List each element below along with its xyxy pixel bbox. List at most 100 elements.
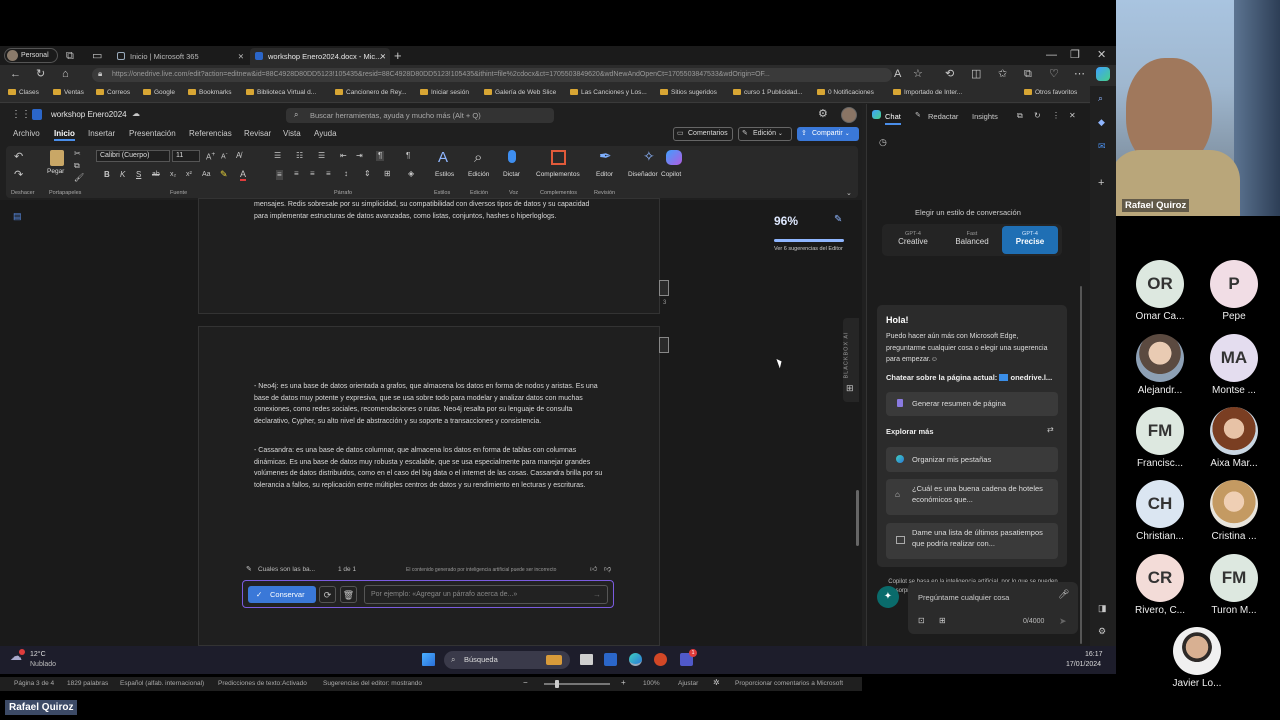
styles-button[interactable]: Estilos	[435, 171, 454, 178]
participant-tile[interactable]: P Pepe	[1198, 260, 1270, 322]
paragraph-spacing-icon[interactable]: ⇕	[364, 170, 371, 178]
font-name-select[interactable]: Calibri (Cuerpo)	[96, 150, 170, 162]
editing-mode-button[interactable]: ✎ Edición ⌄	[738, 127, 792, 141]
extension-icon[interactable]: ⟲	[945, 69, 954, 80]
line-spacing-icon[interactable]: ↕	[344, 170, 348, 178]
bookmark[interactable]: Cancionero de Rey...	[335, 89, 407, 96]
add-app-icon[interactable]: +	[1098, 178, 1104, 189]
align-left-icon[interactable]: ≡	[276, 170, 283, 180]
designer-icon[interactable]: ✧	[643, 149, 655, 163]
format-painter-icon[interactable]: 🖌︎	[74, 174, 84, 182]
bookmark[interactable]: Google	[143, 89, 175, 96]
tab-archivo[interactable]: Archivo	[13, 129, 40, 138]
regenerate-icon[interactable]: ⟳	[319, 586, 336, 603]
ask-anything-box[interactable]: Pregúntame cualquier cosa 🎤︎ ⊡ ⊞ 0/4000 …	[908, 582, 1078, 634]
highlight-icon[interactable]: ✎	[220, 170, 228, 179]
suggestion-hobbies[interactable]: Dame una lista de últimos pasatiempos qu…	[886, 523, 1058, 559]
superscript-icon[interactable]: x²	[186, 171, 192, 178]
navigation-pane-icon[interactable]: ▤	[13, 212, 22, 221]
participant-tile[interactable]: MA Montse ...	[1198, 334, 1270, 396]
justify-icon[interactable]: ≡	[326, 170, 331, 178]
bold-icon[interactable]: B	[104, 171, 110, 179]
word-count-status[interactable]: 1829 palabras	[67, 680, 108, 687]
microphone-icon[interactable]	[508, 150, 516, 163]
profile-button[interactable]: Personal	[4, 48, 58, 63]
screenshot-icon[interactable]: ⊡	[918, 617, 925, 625]
refresh-icon[interactable]: ↻	[36, 69, 45, 80]
sidebar-scrollbar[interactable]	[1080, 286, 1082, 644]
paragraph-neo4j[interactable]: - Neo4j: es una base de datos orientada …	[254, 381, 606, 427]
user-avatar[interactable]	[841, 107, 857, 123]
address-bar[interactable]: 🔒︎ https://onedrive.live.com/edit?action…	[92, 68, 892, 82]
editing-button[interactable]: Edición	[468, 171, 489, 178]
participant-tile[interactable]: CR Rivero, C...	[1124, 554, 1196, 616]
participant-tile[interactable]: Javier Lo...	[1161, 627, 1233, 689]
editor-score-card[interactable]: 96% ✎ Ver 6 sugerencias del Editor	[770, 212, 848, 258]
participant-tile[interactable]: CH Christian...	[1124, 480, 1196, 542]
style-precise[interactable]: GPT-4 Precise	[1002, 226, 1058, 254]
keep-button[interactable]: ✓ Conservar	[248, 586, 316, 603]
zoom-out-icon[interactable]: −	[523, 679, 528, 687]
participant-tile[interactable]: FM Francisc...	[1124, 407, 1196, 469]
vertical-scrollbar[interactable]	[856, 490, 859, 546]
zoom-thumb[interactable]	[555, 680, 559, 688]
decrease-indent-icon[interactable]: ⇤	[340, 152, 347, 160]
tab-insights[interactable]: Insights	[972, 112, 998, 121]
style-balanced[interactable]: Fast Balanced	[943, 226, 1001, 254]
cut-icon[interactable]: ✂	[74, 150, 81, 158]
discard-trash-icon[interactable]: 🗑︎	[340, 586, 357, 603]
undo-icon[interactable]: ↶	[14, 152, 23, 163]
fit-button[interactable]: Ajustar	[678, 680, 698, 687]
thumbs-up-icon[interactable]: 👍︎	[590, 566, 597, 573]
document-title[interactable]: workshop Enero2024	[51, 110, 127, 119]
browser-essentials-icon[interactable]: ♡	[1049, 69, 1059, 80]
bookmark[interactable]: Sitios sugeridos	[660, 89, 717, 96]
bullets-icon[interactable]: ☰	[274, 152, 281, 160]
share-button[interactable]: ⇪ Compartir ⌄	[797, 127, 859, 141]
open-new-icon[interactable]: ⧉	[1017, 112, 1023, 120]
tab-vista[interactable]: Vista	[283, 129, 301, 138]
split-screen-icon[interactable]: ◫	[971, 69, 981, 80]
refine-prompt-input[interactable]: Por ejemplo: «Agregar un párrafo acerca …	[364, 585, 608, 604]
dictate-button[interactable]: Dictar	[503, 171, 520, 178]
more-options-icon[interactable]: ⋮	[1052, 112, 1060, 120]
clock-time[interactable]: 16:17	[1085, 651, 1103, 658]
font-size-select[interactable]: 11	[172, 150, 200, 162]
designer-button[interactable]: Diseñador	[628, 171, 658, 178]
multilevel-list-icon[interactable]: ☰	[318, 152, 325, 160]
blackbox-ai-tab[interactable]: BLACKBOX AI ⊞	[843, 318, 859, 402]
tab-word-document[interactable]: workshop Enero2024.docx - Mic... ✕	[250, 48, 390, 65]
close-tab-icon[interactable]: ✕	[238, 48, 244, 65]
copilot-prompt[interactable]: Cuales son las ba...	[258, 566, 315, 573]
bookmark[interactable]: Otros favoritos	[1024, 89, 1077, 96]
paragraph-redis[interactable]: mensajes. Redis sobresale por su simplic…	[254, 199, 594, 222]
bookmark[interactable]: Clases	[8, 89, 39, 96]
paste-button[interactable]: Pegar	[47, 168, 64, 175]
bookmark[interactable]: Ventas	[53, 89, 84, 96]
copy-icon[interactable]: ⧉	[74, 162, 80, 170]
clear-format-icon[interactable]: A̸	[236, 152, 241, 160]
tab-microsoft365[interactable]: Inicio | Microsoft 365 ✕	[112, 48, 248, 65]
clock-date[interactable]: 17/01/2024	[1066, 661, 1101, 668]
tab-ayuda[interactable]: Ayuda	[314, 129, 337, 138]
underline-icon[interactable]: S	[136, 171, 141, 179]
history-icon[interactable]: ◷	[879, 138, 887, 147]
redo-icon[interactable]: ↷	[14, 170, 23, 181]
generate-summary-button[interactable]: Generar resumen de página	[886, 392, 1058, 416]
subscript-icon[interactable]: x₂	[170, 171, 176, 178]
word-taskbar-icon[interactable]	[604, 653, 617, 666]
tab-referencias[interactable]: Referencias	[189, 129, 232, 138]
close-sidebar-icon[interactable]: ✕	[1069, 112, 1076, 120]
align-right-icon[interactable]: ≡	[310, 170, 315, 178]
back-icon[interactable]: ←	[10, 69, 21, 80]
new-tab-icon[interactable]: +	[394, 49, 402, 62]
style-creative[interactable]: GPT-4 Creative	[884, 226, 942, 254]
start-windows-icon[interactable]	[422, 653, 435, 666]
italic-icon[interactable]: K	[120, 171, 125, 179]
comment-margin-marker[interactable]	[659, 337, 669, 353]
paste-icon[interactable]	[50, 150, 64, 166]
workspaces-icon[interactable]: ⧉	[66, 51, 74, 62]
close-window-icon[interactable]: ✕	[1097, 50, 1106, 61]
editor-icon[interactable]: ✒	[599, 149, 612, 164]
pilcrow-icon[interactable]: ¶	[406, 152, 410, 160]
